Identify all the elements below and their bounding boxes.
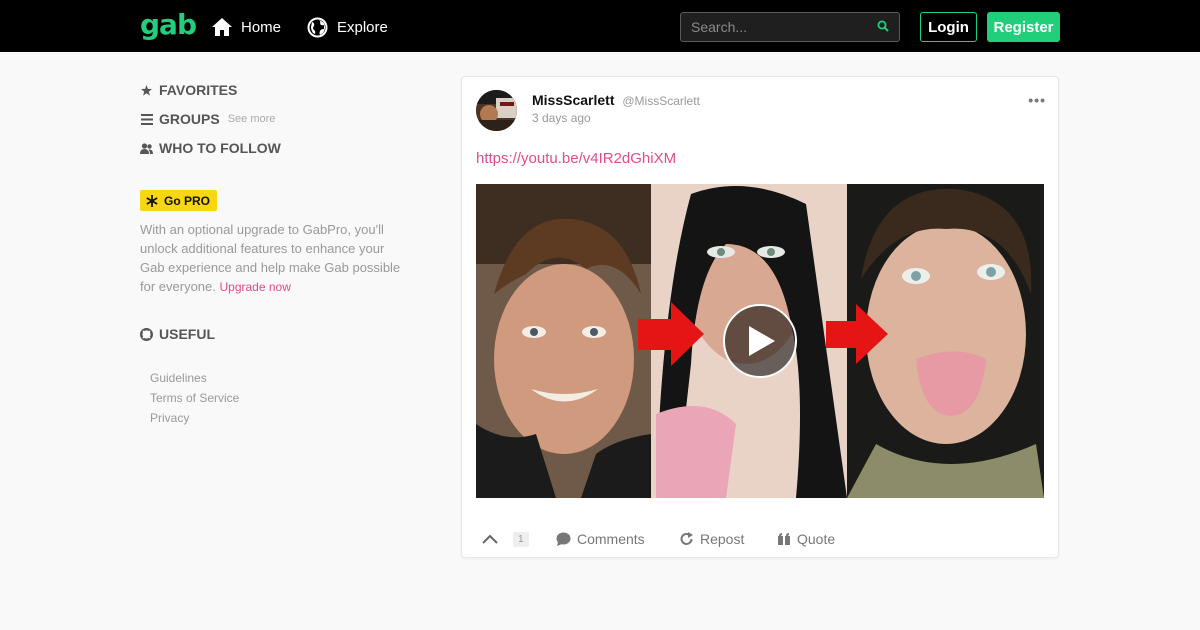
list-icon — [140, 113, 153, 125]
sidebar-item-favorites[interactable]: FAVORITES — [140, 82, 237, 98]
see-more-link[interactable]: See more — [228, 113, 276, 125]
post-link[interactable]: https://youtu.be/v4IR2dGhiXM — [476, 150, 676, 167]
sidebar-item-who-to-follow[interactable]: WHO TO FOLLOW — [140, 140, 281, 156]
login-button[interactable]: Login — [920, 12, 977, 42]
play-icon[interactable] — [723, 304, 797, 378]
nav-explore-label: Explore — [337, 18, 388, 36]
quote-button[interactable]: Quote — [778, 527, 835, 551]
comment-icon — [556, 532, 571, 546]
repost-icon — [680, 532, 693, 545]
post-author[interactable]: MissScarlett @MissScarlett — [532, 92, 700, 108]
guidelines-link[interactable]: Guidelines — [150, 368, 239, 388]
sidebar-groups-label: GROUPS — [159, 111, 220, 127]
quote-icon — [778, 532, 790, 545]
register-button[interactable]: Register — [987, 12, 1060, 42]
useful-links: Guidelines Terms of Service Privacy — [150, 368, 239, 428]
post-actions: 1 Comments Repost Quote — [462, 527, 1060, 551]
star-icon — [140, 84, 153, 96]
comments-label: Comments — [577, 531, 645, 547]
search-box — [680, 12, 900, 42]
like-count: 1 — [513, 531, 529, 547]
home-icon — [212, 18, 232, 36]
top-navigation-bar: gab Home Explore Login Register — [0, 0, 1200, 52]
search-input[interactable] — [681, 13, 871, 41]
upgrade-now-link[interactable]: Upgrade now — [220, 280, 291, 294]
video-thumbnail[interactable] — [476, 184, 1044, 498]
like-button[interactable]: 1 — [482, 527, 529, 551]
sidebar-useful-label: USEFUL — [159, 326, 215, 342]
avatar[interactable] — [476, 90, 517, 131]
privacy-link[interactable]: Privacy — [150, 408, 239, 428]
search-icon[interactable] — [877, 20, 889, 32]
post-card: MissScarlett @MissScarlett 3 days ago ••… — [461, 76, 1059, 558]
repost-label: Repost — [700, 531, 745, 547]
comments-button[interactable]: Comments — [556, 527, 645, 551]
globe-icon — [307, 17, 328, 37]
go-pro-label: Go PRO — [164, 193, 211, 208]
sidebar-favorites-label: FAVORITES — [159, 82, 238, 98]
gabpro-description: With an optional upgrade to GabPro, you'… — [140, 220, 410, 297]
nav-explore-link[interactable]: Explore — [307, 15, 388, 39]
sidebar-who-to-follow-label: WHO TO FOLLOW — [159, 140, 281, 156]
nav-home-label: Home — [241, 18, 282, 36]
chevron-up-icon — [482, 534, 498, 544]
repost-button[interactable]: Repost — [679, 527, 744, 551]
sidebar-item-groups[interactable]: GROUPS See more — [140, 111, 275, 127]
sidebar-item-useful: USEFUL — [140, 326, 215, 342]
go-pro-badge[interactable]: Go PRO — [140, 190, 217, 211]
nav-home-link[interactable]: Home — [212, 15, 281, 39]
post-author-handle: @MissScarlett — [622, 94, 700, 108]
post-timestamp[interactable]: 3 days ago — [532, 111, 591, 125]
post-options-icon[interactable]: ••• — [1028, 93, 1046, 107]
terms-of-service-link[interactable]: Terms of Service — [150, 388, 239, 408]
quote-label: Quote — [797, 531, 836, 547]
asterisk-icon — [146, 194, 158, 207]
post-author-name: MissScarlett — [532, 92, 615, 108]
users-icon — [140, 142, 153, 154]
lifebuoy-icon — [140, 327, 153, 341]
gab-logo[interactable]: gab — [140, 8, 197, 42]
